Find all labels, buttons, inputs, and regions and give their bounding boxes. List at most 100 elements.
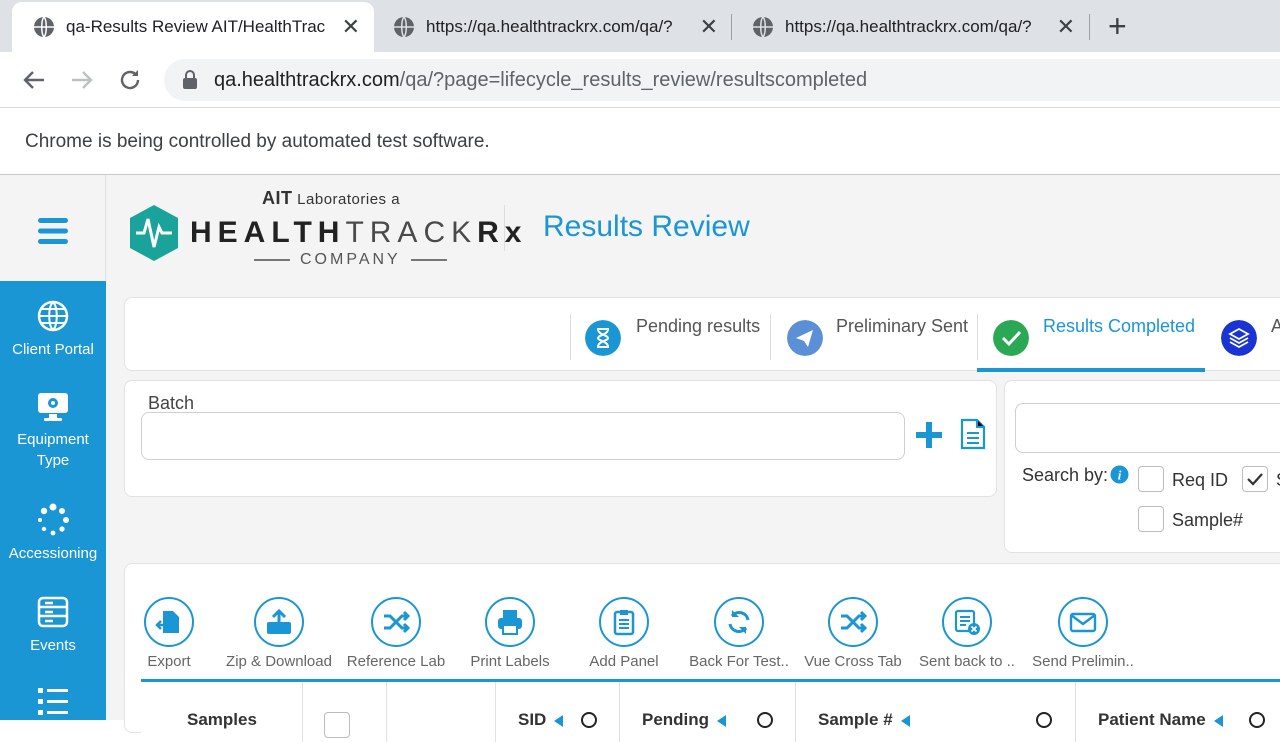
search-icon[interactable]: [1036, 712, 1052, 728]
action-label: Zip & Download: [226, 653, 332, 670]
sidebar-item-client-portal[interactable]: Client Portal: [0, 299, 106, 360]
action-label: Add Panel: [589, 653, 659, 670]
checkmark-icon: [1247, 473, 1263, 486]
shuffle-icon: [841, 610, 867, 634]
batch-input[interactable]: [141, 412, 905, 460]
info-icon[interactable]: i: [1110, 465, 1129, 484]
sample-number-checkbox[interactable]: [1138, 506, 1164, 532]
server-icon: [37, 596, 69, 628]
print-icon: [498, 610, 522, 635]
list-icon: [38, 688, 68, 715]
reference-lab-button[interactable]: Reference Lab: [336, 597, 456, 670]
browser-tab-2[interactable]: https://qa.healthtrackrx.com/qa/? ✕: [372, 2, 732, 52]
paper-plane-icon: [787, 320, 823, 356]
column-samples[interactable]: Samples: [141, 682, 303, 742]
column-select-all: [303, 682, 387, 742]
add-batch-icon[interactable]: [913, 419, 945, 451]
hamburger-icon[interactable]: [38, 217, 68, 245]
logo-wordmark: HEALTHTRACKRx: [190, 216, 528, 249]
logo-company-text: COMPANY: [244, 251, 457, 269]
tab-preliminary-sent[interactable]: Preliminary Sent: [771, 298, 977, 372]
new-tab-icon[interactable]: +: [1108, 10, 1127, 42]
search-icon[interactable]: [581, 712, 597, 728]
page-title: Results Review: [543, 210, 750, 243]
grid-header: Samples SID Pending Sample # Patient Nam…: [141, 682, 1280, 742]
automation-infobar: Chrome is being controlled by automated …: [0, 108, 1280, 175]
sort-icon[interactable]: [900, 714, 910, 727]
search-icon[interactable]: [1249, 712, 1265, 728]
action-label: Reference Lab: [346, 653, 446, 670]
sort-icon[interactable]: [554, 714, 564, 727]
tab-a[interactable]: A: [1205, 298, 1280, 372]
reload-icon[interactable]: [116, 66, 144, 94]
search-panel: Search by: i Req ID S Sample#: [1004, 380, 1280, 553]
refresh-icon: [728, 610, 750, 634]
column-pending[interactable]: Pending: [620, 682, 796, 742]
document-icon[interactable]: [960, 418, 986, 450]
logo-ait-text: AIT Laboratories a: [262, 188, 401, 208]
forward-icon[interactable]: [68, 66, 96, 94]
add-panel-button[interactable]: Add Panel: [564, 597, 684, 670]
action-label: Back For Test..: [689, 653, 789, 670]
export-icon: [155, 611, 179, 633]
lock-icon[interactable]: [182, 70, 198, 90]
column-title: Samples: [187, 710, 257, 729]
sidebar-item-label: Events: [30, 637, 76, 654]
app-root: Client Portal Equipment Type Accessionin…: [0, 175, 1280, 742]
action-label: Export: [147, 653, 191, 670]
zip-download-button[interactable]: Zip & Download: [219, 597, 339, 670]
sidebar-item-events[interactable]: Events: [0, 595, 106, 656]
search-input[interactable]: [1015, 403, 1280, 453]
s-checkbox[interactable]: [1242, 466, 1268, 492]
column-sid[interactable]: SID: [496, 682, 620, 742]
column-sample-number[interactable]: Sample #: [796, 682, 1076, 742]
results-grid-panel: Export Zip & Download Reference Lab Prin…: [124, 563, 1280, 742]
status-tabs: Pending results Preliminary Sent Results…: [124, 297, 1280, 372]
action-label: Send Prelimin..: [1032, 653, 1134, 670]
print-labels-button[interactable]: Print Labels: [450, 597, 570, 670]
column-patient-name[interactable]: Patient Name: [1076, 682, 1280, 742]
layers-icon: [1221, 320, 1257, 356]
svg-text:i: i: [1118, 468, 1122, 483]
globe-icon: [753, 16, 773, 38]
header-divider: [504, 205, 505, 251]
req-id-label: Req ID: [1172, 470, 1229, 490]
address-bar[interactable]: qa.healthtrackrx.com/qa/?page=lifecycle_…: [164, 59, 1280, 101]
tab-divider: [1089, 14, 1090, 40]
action-label: Print Labels: [470, 653, 550, 670]
req-id-checkbox[interactable]: [1138, 466, 1164, 492]
url-text: qa.healthtrackrx.com/qa/?page=lifecycle_…: [214, 68, 868, 91]
clipboard-icon: [613, 610, 635, 636]
browser-tab-3[interactable]: https://qa.healthtrackrx.com/qa/? ✕: [731, 2, 1089, 52]
close-tab-icon[interactable]: ✕: [342, 16, 360, 38]
close-tab-icon[interactable]: ✕: [1057, 16, 1075, 38]
send-preliminary-button[interactable]: Send Prelimin..: [1023, 597, 1143, 670]
sort-icon[interactable]: [717, 714, 727, 727]
sidebar-item-accessioning[interactable]: Accessioning: [0, 503, 106, 564]
tab-pending-results[interactable]: Pending results: [571, 298, 771, 372]
select-all-checkbox[interactable]: [324, 712, 350, 738]
back-for-test-button[interactable]: Back For Test..: [679, 597, 799, 670]
search-icon[interactable]: [757, 712, 773, 728]
sidebar-item-label: Equipment Type: [17, 431, 89, 469]
browser-tab-1[interactable]: qa-Results Review AIT/HealthTrac ✕: [12, 2, 374, 52]
tab-label: Pending results: [636, 316, 761, 336]
close-tab-icon[interactable]: ✕: [700, 16, 718, 38]
globe-icon: [34, 16, 54, 38]
menu-toggle[interactable]: [0, 175, 106, 281]
healthtrackrx-logo[interactable]: AIT Laboratories a HEALTHTRACKRx COMPANY: [126, 183, 521, 273]
check-icon: [993, 320, 1029, 356]
sent-back-button[interactable]: Sent back to ..: [907, 597, 1027, 670]
sidebar-item-list[interactable]: [0, 685, 106, 725]
vue-cross-tab-button[interactable]: Vue Cross Tab: [793, 597, 913, 670]
action-label: Sent back to ..: [919, 653, 1015, 670]
sort-icon[interactable]: [1213, 714, 1223, 727]
upload-icon: [267, 608, 291, 634]
tab-label: A: [1271, 316, 1280, 336]
browser-toolbar: qa.healthtrackrx.com/qa/?page=lifecycle_…: [0, 52, 1280, 108]
sidebar-item-equipment-type[interactable]: Equipment Type: [0, 389, 106, 471]
infobar-text: Chrome is being controlled by automated …: [25, 131, 490, 152]
back-icon[interactable]: [20, 66, 48, 94]
tab-results-completed[interactable]: Results Completed: [977, 298, 1205, 372]
export-button[interactable]: Export: [109, 597, 229, 670]
